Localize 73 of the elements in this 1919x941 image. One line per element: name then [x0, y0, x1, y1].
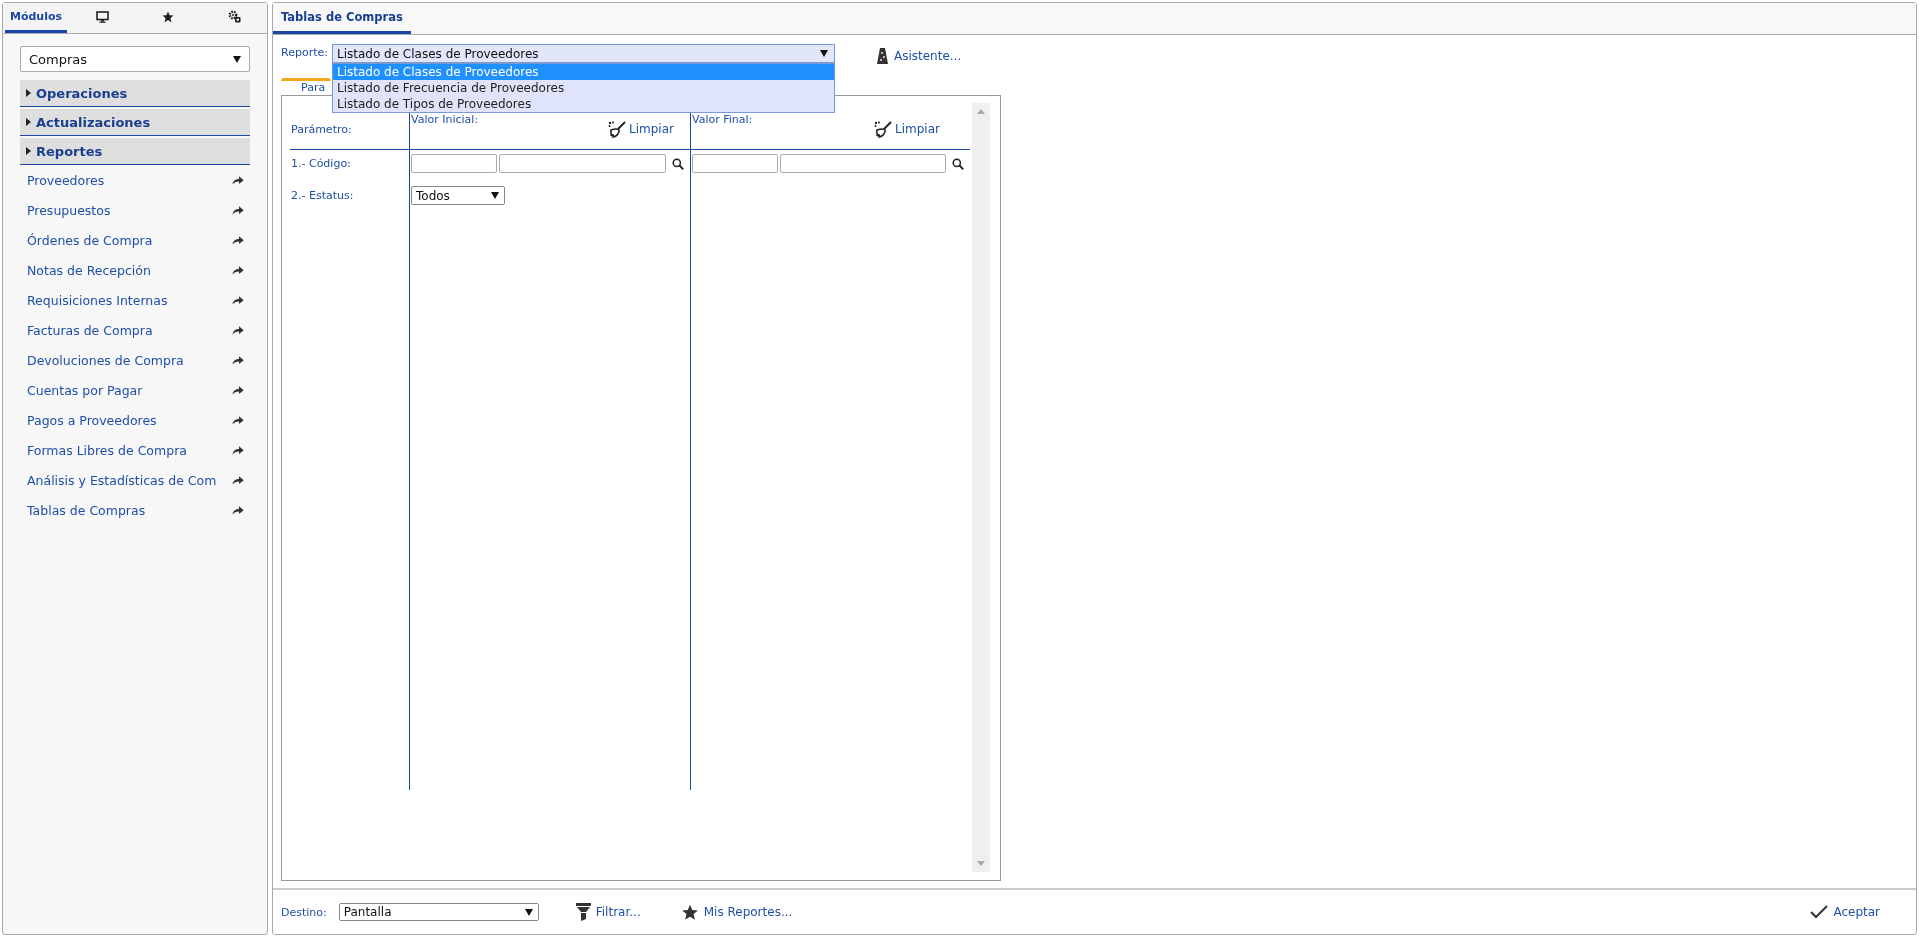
column-header: Valor Final: — [692, 112, 753, 126]
parameter-label: 2.- Estatus: — [291, 188, 354, 202]
triangle-icon — [26, 118, 31, 126]
gears-icon — [227, 10, 241, 23]
share-arrow-icon — [232, 415, 244, 425]
menu-link[interactable]: Proveedores — [27, 172, 105, 188]
caret-icon — [233, 55, 241, 63]
parameters-tab[interactable]: Para — [281, 78, 331, 95]
section-header[interactable]: Actualizaciones — [20, 109, 250, 136]
menu-link[interactable]: Facturas de Compra — [27, 322, 153, 338]
triangle-icon — [26, 89, 31, 97]
parameter-label: 1.- Código: — [291, 156, 351, 170]
menu-link[interactable]: Tablas de Compras — [27, 502, 146, 518]
search-icon[interactable] — [672, 158, 684, 170]
section-header[interactable]: Reportes — [20, 138, 250, 165]
menu-link[interactable]: Órdenes de Compra — [27, 232, 153, 248]
clear-button[interactable]: Limpiar — [608, 114, 674, 138]
modules-tab[interactable]: Módulos — [5, 3, 67, 33]
clear-button[interactable]: Limpiar — [874, 114, 940, 138]
caret-icon — [524, 908, 533, 916]
triangle-icon — [26, 147, 31, 155]
section-header[interactable]: Operaciones — [20, 80, 250, 107]
report-dropdown[interactable]: Listado de Clases de Proveedores — [331, 44, 835, 63]
my-reports-link[interactable]: Mis Reportes... — [680, 903, 793, 921]
share-arrow-icon — [232, 295, 244, 305]
cone-icon — [876, 48, 888, 64]
share-arrow-icon — [232, 205, 244, 215]
code-field[interactable] — [692, 154, 778, 173]
check-icon — [1810, 905, 1829, 919]
status-dropdown[interactable]: Todos — [411, 186, 505, 205]
menu-link[interactable]: Presupuestos — [27, 202, 111, 218]
module-dropdown[interactable]: Compras — [20, 46, 250, 72]
menu-link[interactable]: Requisiciones Internas — [27, 292, 168, 308]
description-field[interactable] — [499, 154, 666, 173]
share-arrow-icon — [232, 355, 244, 365]
share-arrow-icon — [232, 385, 244, 395]
dropdown-option[interactable]: Listado de Frecuencia de Proveedores — [332, 80, 834, 96]
menu-link[interactable]: Análisis y Estadísticas de Com — [27, 472, 217, 488]
code-field[interactable] — [411, 154, 497, 173]
star-icon — [162, 10, 174, 23]
share-arrow-icon — [232, 475, 244, 485]
share-arrow-icon — [232, 235, 244, 245]
scrollbar[interactable] — [972, 103, 990, 872]
destination-label: Destino: — [281, 905, 327, 919]
menu-link[interactable]: Notas de Recepción — [27, 262, 151, 278]
filter-link[interactable]: Filtrar... — [575, 903, 641, 921]
broom-icon — [874, 120, 893, 138]
column-header: Parámetro: — [291, 121, 352, 136]
dropdown-option[interactable]: Listado de Tipos de Proveedores — [332, 96, 834, 112]
description-field[interactable] — [780, 154, 946, 173]
menu-link[interactable]: Cuentas por Pagar — [27, 382, 143, 398]
funnel-icon — [575, 903, 591, 921]
accept-button[interactable]: Aceptar — [1810, 905, 1880, 919]
share-arrow-icon — [232, 325, 244, 335]
destination-dropdown[interactable]: Pantalla — [338, 903, 539, 921]
menu-link[interactable]: Pagos a Proveedores — [27, 412, 157, 428]
section-label: Actualizaciones — [36, 114, 151, 130]
monitor-icon — [95, 10, 109, 23]
share-arrow-icon — [232, 505, 244, 515]
share-arrow-icon — [232, 175, 244, 185]
menu-link[interactable]: Devoluciones de Compra — [27, 352, 184, 368]
search-icon[interactable] — [952, 158, 964, 170]
page-tab[interactable]: Tablas de Compras — [273, 3, 411, 34]
report-label: Reporte: — [281, 45, 328, 59]
caret-icon — [491, 192, 499, 199]
share-arrow-icon — [232, 265, 244, 275]
star-icon — [680, 903, 699, 921]
broom-icon — [608, 120, 627, 138]
assistant-link[interactable]: Asistente... — [876, 48, 962, 64]
section-label: Reportes — [36, 143, 103, 159]
section-label: Operaciones — [36, 85, 128, 101]
menu-link[interactable]: Formas Libres de Compra — [27, 442, 187, 458]
share-arrow-icon — [232, 445, 244, 455]
